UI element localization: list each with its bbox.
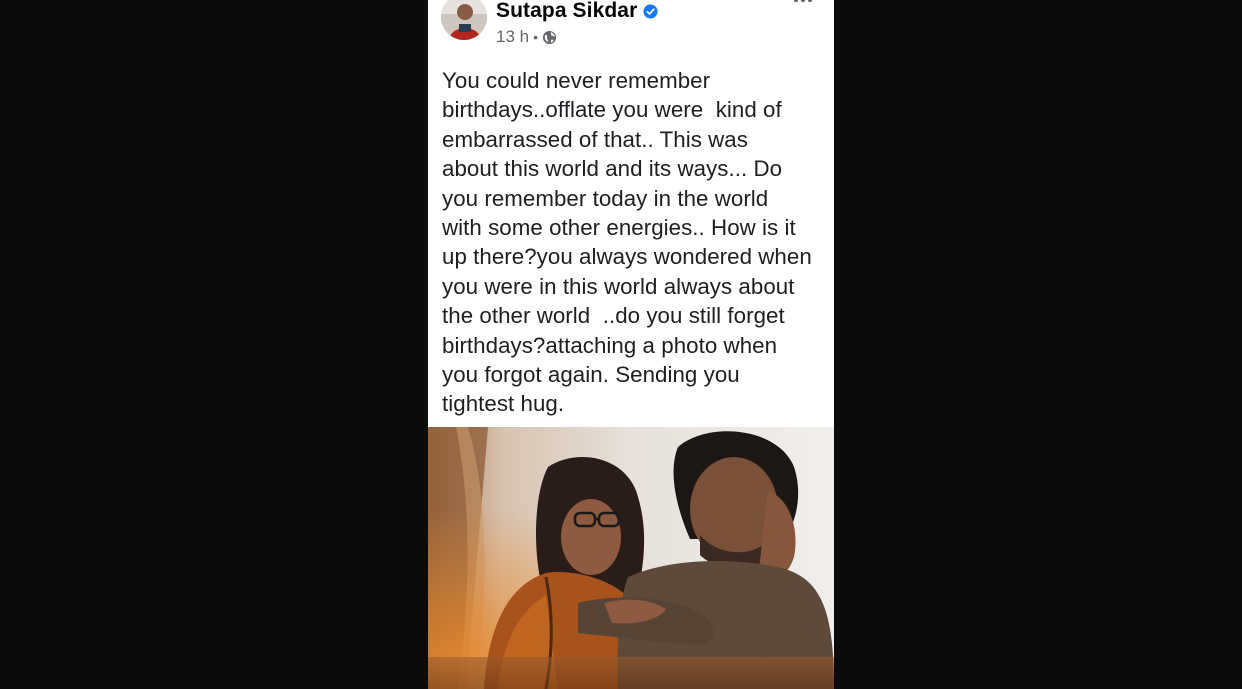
more-options-button[interactable]: [790, 0, 816, 14]
post-timestamp[interactable]: 13 h: [496, 26, 529, 48]
post-header: Sutapa Sikdar 13 h •: [428, 0, 834, 62]
photo-image: [428, 427, 834, 689]
screenshot-stage: Sutapa Sikdar 13 h • You could never rem…: [0, 0, 1242, 689]
globe-icon[interactable]: [542, 30, 557, 45]
author-row: Sutapa Sikdar: [496, 0, 658, 25]
facebook-post-card: Sutapa Sikdar 13 h • You could never rem…: [428, 0, 834, 689]
verified-badge-icon: [643, 3, 658, 19]
post-meta: 13 h •: [496, 26, 557, 48]
post-body-text: You could never remember birthdays..offl…: [442, 68, 812, 417]
attached-photo[interactable]: [428, 427, 834, 689]
author-avatar[interactable]: [441, 0, 487, 40]
meta-separator: •: [533, 29, 538, 45]
avatar-image: [441, 0, 487, 40]
more-options-icon: [793, 0, 813, 3]
author-name[interactable]: Sutapa Sikdar: [496, 0, 637, 25]
